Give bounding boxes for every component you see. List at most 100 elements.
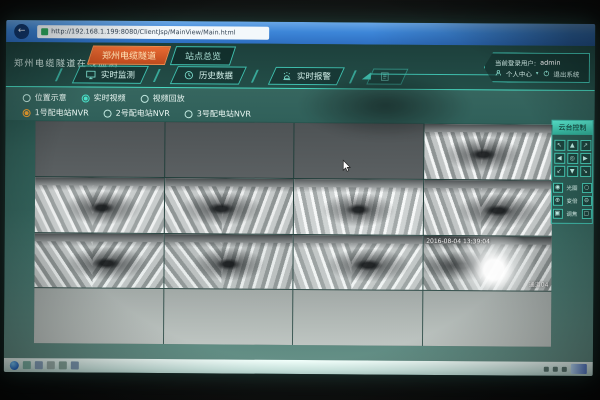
address-bar[interactable]: http://192.168.1.199:8080/ClientJsp/Main… (37, 25, 269, 40)
video-cell-feed[interactable] (164, 234, 293, 290)
video-cell-feed[interactable] (164, 178, 293, 234)
video-image (164, 178, 293, 234)
video-cell-feed[interactable] (423, 180, 552, 236)
focus-far-icon[interactable]: ▢ (581, 209, 591, 219)
radio-icon (185, 110, 193, 118)
menu-item-label: 实时报警 (297, 70, 331, 82)
ptz-right-button[interactable]: ▶ (580, 153, 591, 164)
ptz-up-right-button[interactable]: ↗ (580, 140, 591, 151)
back-button[interactable]: ← (14, 24, 29, 39)
chevron-down-icon[interactable]: ▾ (536, 70, 539, 76)
zoom-label: 变倍 (564, 197, 579, 205)
logout-link[interactable]: 退出系统 (553, 68, 579, 78)
page-favicon-icon (41, 28, 48, 35)
video-cell-empty[interactable] (294, 123, 423, 179)
screen-edge-glow (571, 364, 587, 374)
taskbar-app-icon[interactable] (23, 361, 31, 369)
osd-channel-label: 通道04 (529, 280, 549, 289)
menu-item-label: 实时监测 (101, 69, 135, 81)
iris-open-icon[interactable]: ◉ (553, 183, 563, 193)
iris-close-icon[interactable]: ○ (582, 183, 592, 193)
ptz-up-left-button[interactable]: ↖ (554, 140, 565, 151)
ptz-direction-pad: ↖ ▲ ↗ ◀ ◎ ▶ ↙ ▼ ↘ (552, 135, 592, 180)
menu-item-history-data[interactable]: 历史数据 (170, 66, 247, 84)
ptz-down-right-button[interactable]: ↘ (580, 166, 591, 177)
menu-item-more[interactable] (366, 69, 408, 85)
menu-divider (153, 69, 166, 82)
person-icon (495, 69, 502, 76)
ptz-down-button[interactable]: ▼ (567, 166, 578, 177)
video-image (34, 233, 163, 289)
tab-bar: 郑州电缆隧道 站点总览 (90, 46, 233, 66)
radio-icon (23, 94, 31, 102)
radio-icon (82, 94, 90, 102)
tab-label: 站点总览 (185, 49, 221, 62)
tray-icon[interactable] (553, 366, 558, 371)
radio-view-live-video[interactable]: 实时视频 (82, 92, 126, 103)
radio-nvr-3[interactable]: 3号配电站NVR (185, 108, 251, 119)
mouse-cursor (342, 159, 351, 172)
video-image (294, 179, 423, 235)
video-image (35, 177, 164, 233)
ptz-zoom-row: ⊕ 变倍 ⊖ (552, 196, 592, 206)
menu-item-realtime-alarm[interactable]: 实时报警 (268, 67, 345, 85)
video-cell-blank[interactable] (34, 288, 163, 344)
tray-icon[interactable] (562, 366, 567, 371)
main-menu: 实时监测 历史数据 实时报警 (58, 65, 405, 85)
video-image (424, 124, 553, 180)
radio-view-playback[interactable]: 视频回放 (141, 93, 185, 104)
ptz-up-button[interactable]: ▲ (567, 140, 578, 151)
video-cell-blank[interactable] (422, 291, 551, 347)
profile-link[interactable]: 个人中心 (506, 68, 532, 78)
radio-nvr-1[interactable]: 1号配电站NVR (23, 107, 89, 118)
menu-divider (251, 69, 264, 82)
radio-label: 视频回放 (153, 93, 185, 104)
video-cell-blank[interactable] (163, 289, 292, 345)
zoom-in-icon[interactable]: ⊕ (552, 196, 562, 206)
video-cell-feed[interactable] (35, 177, 164, 233)
login-user-label: 当前登录用户: (495, 57, 536, 67)
video-cell-feed[interactable] (293, 234, 422, 290)
radio-view-position[interactable]: 位置示意 (23, 92, 67, 103)
video-cell-blank[interactable] (293, 290, 422, 346)
ptz-panel-title: 云台控制 (552, 121, 592, 135)
alarm-icon (282, 71, 292, 81)
monitor-screen: ← http://192.168.1.199:8080/ClientJsp/Ma… (4, 20, 595, 376)
video-image (423, 180, 552, 236)
windows-taskbar (4, 358, 593, 376)
ptz-left-button[interactable]: ◀ (554, 153, 565, 164)
video-cell-feed[interactable] (424, 124, 553, 180)
video-cell-empty[interactable] (35, 121, 164, 177)
app-window: 郑州电缆隧道在线监测 郑州电缆隧道 站点总览 实时监测 (4, 42, 595, 362)
radio-nvr-2[interactable]: 2号配电站NVR (104, 108, 170, 119)
video-cell-feed-flare[interactable]: 2016-08-04 13:39:04 通道04 (423, 235, 552, 291)
ptz-iris-row: ◉ 光圈 ○ (552, 183, 592, 193)
taskbar-app-icon[interactable] (59, 361, 67, 369)
ptz-focus-row: ▣ 调焦 ▢ (552, 209, 592, 219)
taskbar-app-icon[interactable] (47, 361, 55, 369)
radio-label: 位置示意 (35, 92, 67, 103)
taskbar-app-icon[interactable] (35, 361, 43, 369)
radio-icon (23, 109, 31, 117)
video-image (293, 234, 422, 290)
video-cell-feed[interactable] (294, 179, 423, 235)
tab-label: 郑州电缆隧道 (102, 49, 156, 62)
ptz-down-left-button[interactable]: ↙ (554, 166, 565, 177)
photo-background: ← http://192.168.1.199:8080/ClientJsp/Ma… (0, 0, 600, 400)
menu-item-label: 历史数据 (199, 69, 233, 81)
video-cell-feed[interactable] (34, 233, 163, 289)
radio-label: 3号配电站NVR (197, 108, 251, 119)
power-icon (542, 70, 549, 77)
start-button-icon[interactable] (10, 360, 19, 369)
tab-site-overview[interactable]: 站点总览 (170, 46, 236, 65)
focus-near-icon[interactable]: ▣ (552, 209, 562, 219)
menu-item-realtime-monitor[interactable]: 实时监测 (72, 65, 149, 83)
taskbar-app-icon[interactable] (71, 361, 79, 369)
history-icon (184, 70, 194, 80)
video-cell-empty[interactable] (165, 122, 294, 178)
ptz-auto-button[interactable]: ◎ (567, 153, 578, 164)
zoom-out-icon[interactable]: ⊖ (581, 196, 591, 206)
tab-cable-tunnel[interactable]: 郑州电缆隧道 (87, 46, 171, 66)
focus-label: 调焦 (564, 210, 579, 218)
tray-icon[interactable] (544, 366, 549, 371)
